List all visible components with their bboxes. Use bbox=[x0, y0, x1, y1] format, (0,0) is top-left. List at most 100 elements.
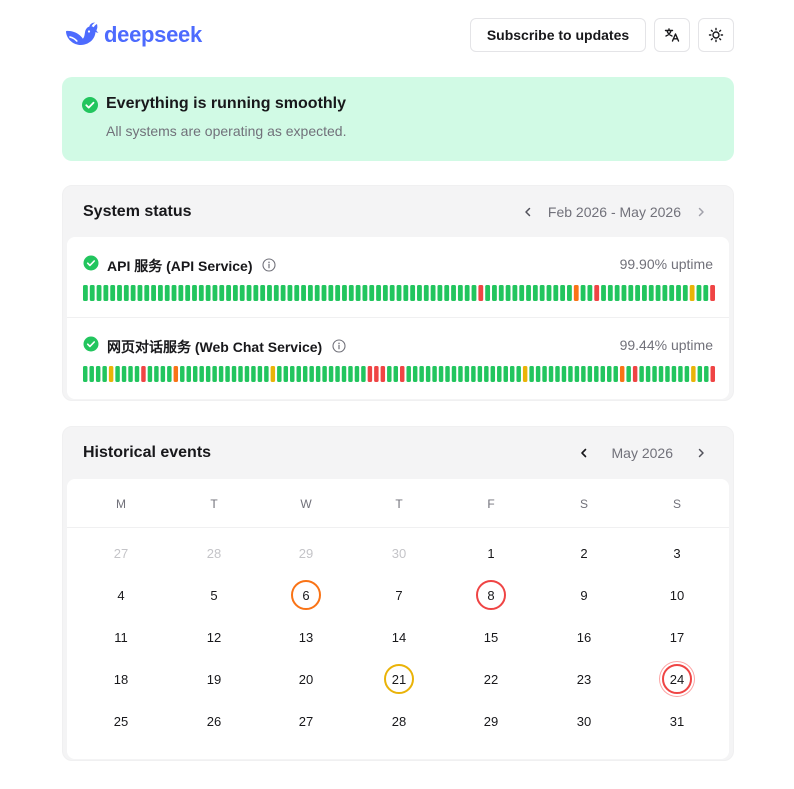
uptime-day-bar[interactable] bbox=[400, 366, 405, 382]
uptime-day-bar[interactable] bbox=[613, 366, 618, 382]
logo[interactable]: deepseek bbox=[62, 18, 202, 52]
uptime-day-bar[interactable] bbox=[607, 285, 613, 301]
uptime-day-bar[interactable] bbox=[704, 366, 709, 382]
uptime-day-bar[interactable] bbox=[581, 366, 586, 382]
uptime-day-bar[interactable] bbox=[273, 285, 279, 301]
uptime-day-bar[interactable] bbox=[171, 285, 177, 301]
uptime-day-bar[interactable] bbox=[362, 285, 368, 301]
calendar-day[interactable]: 29 bbox=[476, 706, 506, 736]
uptime-day-bar[interactable] bbox=[225, 366, 230, 382]
uptime-day-bar[interactable] bbox=[264, 366, 269, 382]
calendar-day[interactable]: 20 bbox=[291, 664, 321, 694]
calendar-day[interactable]: 30 bbox=[569, 706, 599, 736]
uptime-day-bar[interactable] bbox=[684, 366, 690, 382]
uptime-day-bar[interactable] bbox=[192, 285, 197, 301]
uptime-day-bar[interactable] bbox=[199, 366, 204, 382]
uptime-day-bar[interactable] bbox=[396, 285, 402, 301]
calendar-day[interactable]: 30 bbox=[384, 538, 414, 568]
uptime-day-bar[interactable] bbox=[587, 366, 593, 382]
uptime-day-bar[interactable] bbox=[128, 366, 133, 382]
uptime-day-bar[interactable] bbox=[419, 366, 424, 382]
uptime-day-bar[interactable] bbox=[412, 366, 418, 382]
calendar-day[interactable]: 2 bbox=[569, 538, 599, 568]
uptime-day-bar[interactable] bbox=[423, 285, 429, 301]
uptime-day-bar[interactable] bbox=[464, 366, 470, 382]
uptime-day-bar[interactable] bbox=[522, 366, 528, 382]
uptime-day-bar[interactable] bbox=[335, 285, 341, 301]
calendar-day[interactable]: 7 bbox=[384, 580, 414, 610]
uptime-day-bar[interactable] bbox=[425, 366, 431, 382]
info-icon[interactable] bbox=[332, 339, 346, 353]
calendar-day[interactable]: 15 bbox=[476, 622, 506, 652]
uptime-day-bar[interactable] bbox=[697, 366, 703, 382]
uptime-day-bar[interactable] bbox=[512, 285, 518, 301]
uptime-day-bar[interactable] bbox=[226, 285, 231, 301]
uptime-day-bar[interactable] bbox=[294, 285, 300, 301]
uptime-day-bar[interactable] bbox=[355, 285, 361, 301]
uptime-day-bar[interactable] bbox=[457, 285, 463, 301]
uptime-day-bar[interactable] bbox=[290, 366, 295, 382]
uptime-day-bar[interactable] bbox=[160, 366, 166, 382]
uptime-day-bar[interactable] bbox=[251, 366, 256, 382]
uptime-day-bar[interactable] bbox=[662, 285, 668, 301]
uptime-day-bar[interactable] bbox=[619, 366, 625, 382]
uptime-day-bar[interactable] bbox=[478, 285, 484, 301]
uptime-day-bar[interactable] bbox=[567, 285, 572, 301]
uptime-day-bar[interactable] bbox=[503, 366, 508, 382]
calendar-day[interactable]: 14 bbox=[384, 622, 414, 652]
calendar-day[interactable]: 27 bbox=[106, 538, 136, 568]
calendar-day[interactable]: 19 bbox=[199, 664, 229, 694]
uptime-day-bar[interactable] bbox=[301, 285, 306, 301]
uptime-day-bar[interactable] bbox=[280, 285, 286, 301]
uptime-day-bar[interactable] bbox=[322, 366, 327, 382]
uptime-day-bar[interactable] bbox=[587, 285, 593, 301]
uptime-day-bar[interactable] bbox=[186, 366, 191, 382]
calendar-day-incident[interactable]: 21 bbox=[384, 664, 414, 694]
uptime-day-bar[interactable] bbox=[573, 285, 579, 301]
uptime-day-bar[interactable] bbox=[96, 285, 102, 301]
uptime-day-bar[interactable] bbox=[652, 366, 657, 382]
uptime-day-bar[interactable] bbox=[539, 285, 545, 301]
uptime-day-bar[interactable] bbox=[309, 366, 314, 382]
uptime-day-bar[interactable] bbox=[485, 285, 491, 301]
calendar-day[interactable]: 29 bbox=[291, 538, 321, 568]
uptime-day-bar[interactable] bbox=[178, 285, 184, 301]
uptime-day-bar[interactable] bbox=[451, 366, 457, 382]
uptime-day-bar[interactable] bbox=[341, 366, 347, 382]
calendar-day[interactable]: 18 bbox=[106, 664, 136, 694]
uptime-day-bar[interactable] bbox=[574, 366, 580, 382]
uptime-day-bar[interactable] bbox=[137, 285, 143, 301]
uptime-day-bar[interactable] bbox=[260, 285, 266, 301]
uptime-day-bar[interactable] bbox=[348, 285, 354, 301]
uptime-day-bar[interactable] bbox=[516, 366, 521, 382]
uptime-day-bar[interactable] bbox=[645, 366, 651, 382]
uptime-day-bar[interactable] bbox=[167, 366, 172, 382]
uptime-day-bar[interactable] bbox=[141, 366, 146, 382]
calendar-day[interactable]: 10 bbox=[662, 580, 692, 610]
uptime-day-bar[interactable] bbox=[553, 285, 559, 301]
prev-range-button[interactable] bbox=[516, 200, 540, 224]
calendar-day[interactable]: 22 bbox=[476, 664, 506, 694]
uptime-day-bar[interactable] bbox=[115, 366, 120, 382]
calendar-day[interactable]: 9 bbox=[569, 580, 599, 610]
uptime-day-bar[interactable] bbox=[89, 366, 94, 382]
uptime-day-bar[interactable] bbox=[477, 366, 483, 382]
uptime-day-bar[interactable] bbox=[315, 366, 321, 382]
uptime-day-bar[interactable] bbox=[601, 285, 606, 301]
uptime-day-bar[interactable] bbox=[607, 366, 612, 382]
uptime-day-bar[interactable] bbox=[102, 366, 107, 382]
uptime-day-bar[interactable] bbox=[519, 285, 525, 301]
uptime-day-bar[interactable] bbox=[270, 366, 276, 382]
uptime-day-bar[interactable] bbox=[367, 366, 373, 382]
uptime-day-bar[interactable] bbox=[321, 285, 327, 301]
uptime-day-bar[interactable] bbox=[655, 285, 661, 301]
uptime-day-bar[interactable] bbox=[535, 366, 541, 382]
uptime-day-bar[interactable] bbox=[117, 285, 122, 301]
uptime-day-bar[interactable] bbox=[492, 285, 497, 301]
uptime-day-bar[interactable] bbox=[354, 366, 360, 382]
calendar-day[interactable]: 31 bbox=[662, 706, 692, 736]
subscribe-button[interactable]: Subscribe to updates bbox=[470, 18, 646, 52]
uptime-day-bar[interactable] bbox=[678, 366, 683, 382]
uptime-day-bar[interactable] bbox=[277, 366, 282, 382]
uptime-day-bar[interactable] bbox=[498, 285, 504, 301]
